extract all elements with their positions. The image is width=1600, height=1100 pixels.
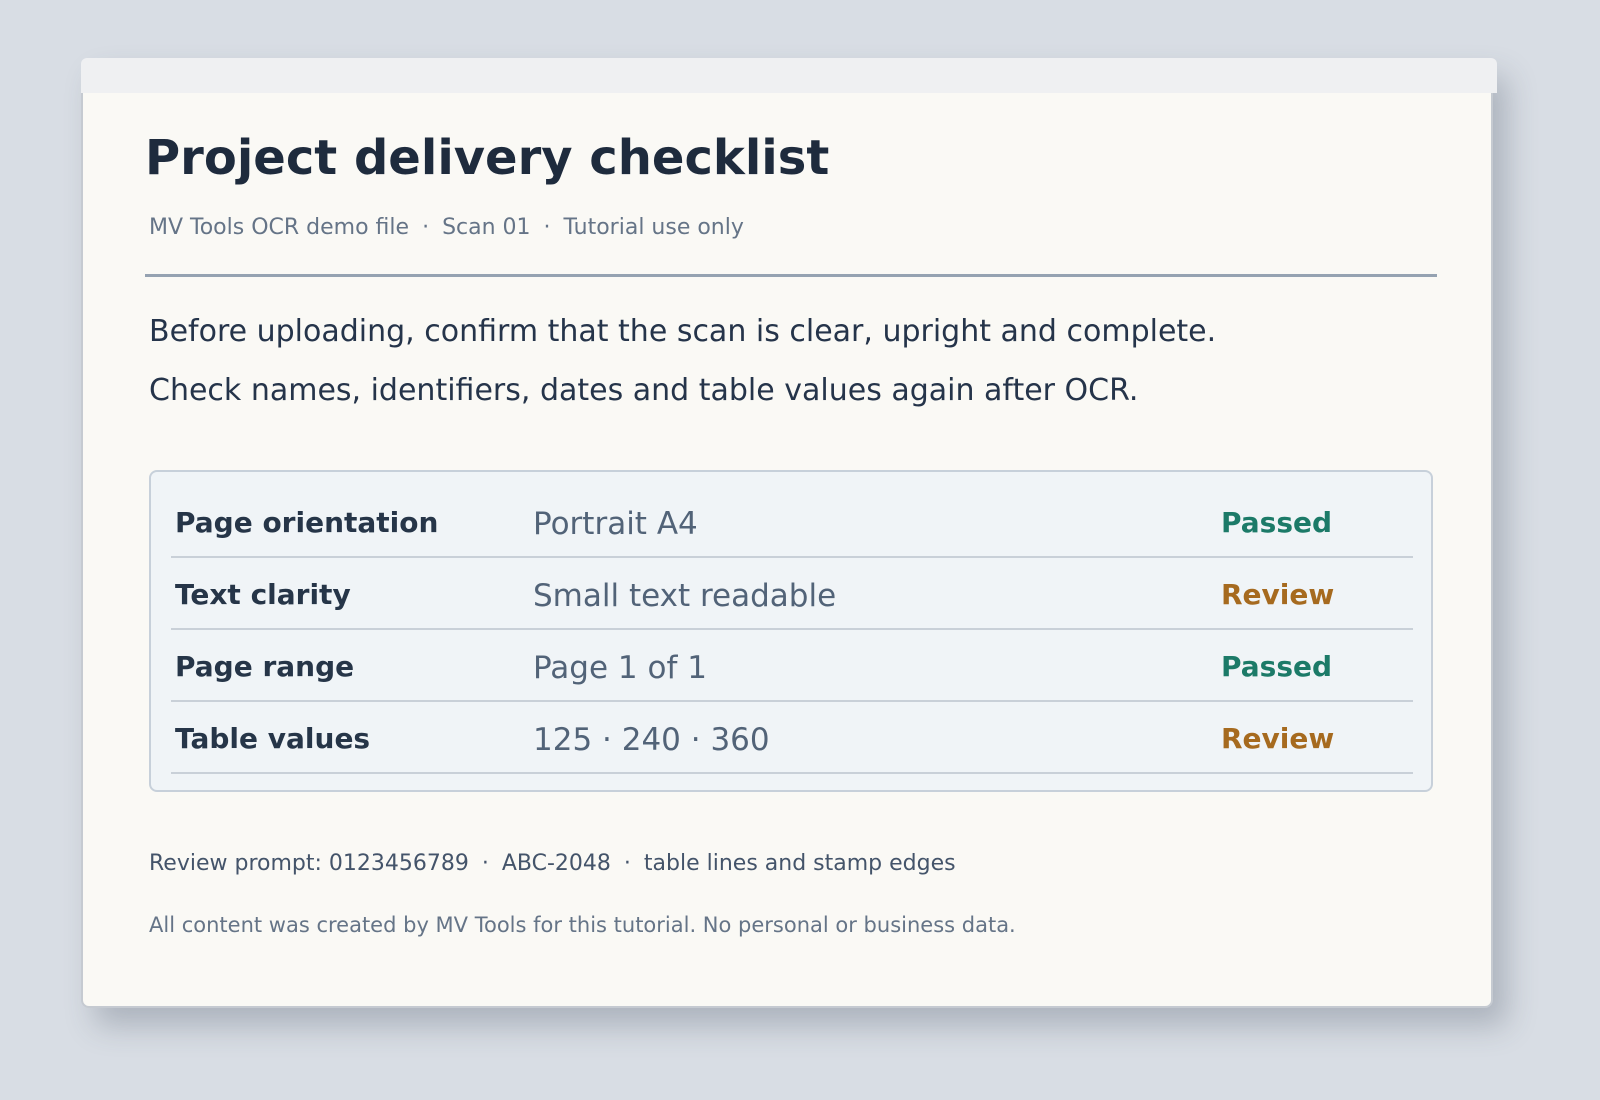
checklist-row: Text clarity Small text readable Review [171, 558, 1413, 630]
page-title: Project delivery checklist [145, 130, 830, 186]
disclaimer: All content was created by MV Tools for … [149, 913, 1016, 937]
review-separator: · [623, 851, 631, 876]
check-label: Page range [175, 650, 355, 683]
checklist-row: Page orientation Portrait A4 Passed [171, 486, 1413, 558]
check-value: Small text readable [533, 578, 837, 614]
checklist-row: Table values 125 · 240 · 360 Review [171, 702, 1413, 774]
review-separator: · [481, 851, 489, 876]
intro-line-1: Before uploading, confirm that the scan … [149, 314, 1217, 349]
check-label: Page orientation [175, 506, 439, 539]
meta-scan: Scan 01 [442, 215, 531, 240]
status-badge: Review [1221, 722, 1335, 755]
review-prompt-note: table lines and stamp edges [643, 851, 956, 876]
meta-separator: · [422, 215, 430, 240]
status-badge: Passed [1221, 506, 1333, 539]
check-label: Text clarity [175, 578, 351, 611]
intro-line-2: Check names, identifiers, dates and tabl… [149, 373, 1139, 408]
header-divider [145, 274, 1437, 277]
checklist-table: Page orientation Portrait A4 Passed Text… [149, 470, 1433, 792]
checklist-row: Page range Page 1 of 1 Passed [171, 630, 1413, 702]
review-prompt: Review prompt: 0123456789 · ABC-2048 · table… [149, 851, 956, 876]
review-prompt-code: ABC-2048 [501, 851, 611, 876]
document-meta: MV Tools OCR demo file · Scan 01 · Tutorial … [149, 215, 744, 240]
meta-usage: Tutorial use only [563, 215, 744, 240]
check-label: Table values [175, 722, 371, 755]
review-prompt-id: Review prompt: 0123456789 [149, 851, 469, 876]
check-value: Portrait A4 [533, 506, 698, 542]
meta-separator: · [543, 215, 551, 240]
meta-source: MV Tools OCR demo file [149, 215, 410, 240]
check-value: 125 · 240 · 360 [533, 722, 770, 758]
check-value: Page 1 of 1 [533, 650, 707, 686]
status-badge: Passed [1221, 650, 1333, 683]
document-top-bar [81, 58, 1497, 93]
document-page: Project delivery checklist MV Tools OCR … [81, 58, 1497, 1008]
status-badge: Review [1221, 578, 1335, 611]
